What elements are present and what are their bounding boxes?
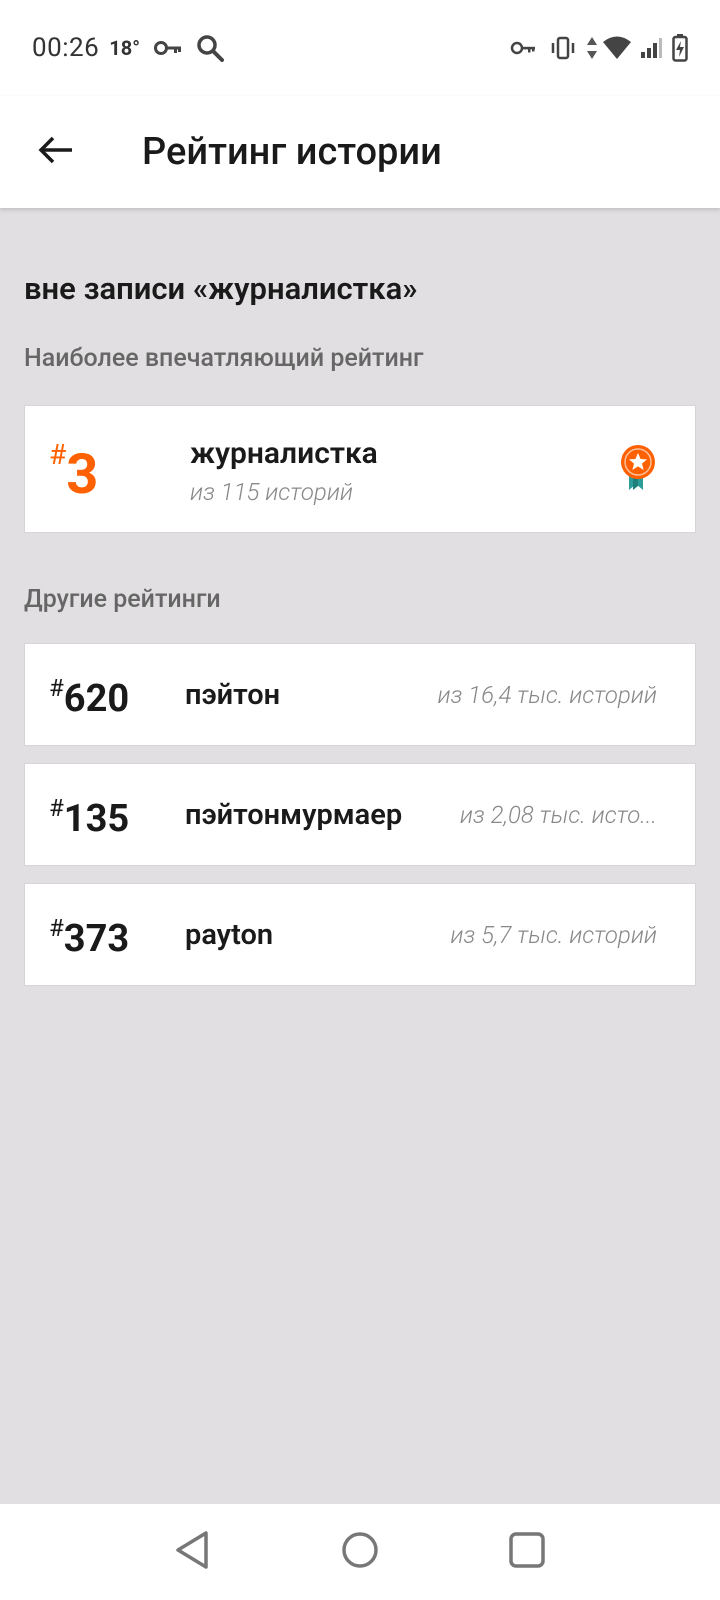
featured-ranking-card[interactable]: # 3 журналистка из 115 историй xyxy=(24,405,696,533)
vibrate-icon xyxy=(550,36,576,60)
key-icon xyxy=(154,40,182,56)
ranking-rank: # 135 xyxy=(49,794,129,838)
back-triangle-icon xyxy=(173,1529,213,1575)
ranking-subtitle: из 2,08 тыс. исто... xyxy=(459,801,657,829)
ranking-tag: payton xyxy=(185,918,274,952)
status-bar: 00:26 18° xyxy=(0,0,720,96)
status-bar-right xyxy=(496,34,688,62)
ranking-subtitle: из 16,4 тыс. историй xyxy=(437,681,657,709)
nav-recents-button[interactable] xyxy=(497,1522,557,1582)
data-arrows-icon xyxy=(586,36,598,60)
ranking-tag: пэйтон xyxy=(185,678,281,712)
ranking-card[interactable]: # 620 пэйтон из 16,4 тыс. историй xyxy=(24,643,696,746)
back-button[interactable] xyxy=(24,120,88,184)
medal-icon xyxy=(619,444,657,496)
home-circle-icon xyxy=(340,1530,380,1574)
nav-home-button[interactable] xyxy=(330,1522,390,1582)
wifi-icon xyxy=(602,36,632,60)
ranking-card[interactable]: # 135 пэйтонмурмаер из 2,08 тыс. исто... xyxy=(24,763,696,866)
rank-hash: # xyxy=(49,438,67,471)
page-title: Рейтинг истории xyxy=(142,130,442,174)
status-time: 00:26 xyxy=(32,33,100,63)
key-icon xyxy=(510,40,536,56)
rank-number: 373 xyxy=(63,917,130,961)
signal-icon xyxy=(640,37,662,59)
ranking-rank: # 620 xyxy=(49,674,129,718)
ranking-card[interactable]: # 373 payton из 5,7 тыс. историй xyxy=(24,883,696,986)
rank-number: 135 xyxy=(63,797,130,841)
battery-charging-icon xyxy=(672,34,688,62)
ranking-subtitle: из 5,7 тыс. историй xyxy=(450,921,657,949)
rank-hash: # xyxy=(49,674,64,702)
status-bar-left: 00:26 18° xyxy=(32,33,224,63)
featured-section-label: Наиболее впечатляющий рейтинг xyxy=(24,344,424,373)
rank-hash: # xyxy=(49,914,64,942)
nav-back-button[interactable] xyxy=(163,1522,223,1582)
rank-hash: # xyxy=(49,794,64,822)
rank-number: 3 xyxy=(66,441,99,507)
status-temperature: 18° xyxy=(109,36,140,60)
app-bar: Рейтинг истории xyxy=(0,96,720,208)
ranking-rank: # 373 xyxy=(49,914,129,958)
featured-rank: # 3 xyxy=(49,434,98,502)
search-icon xyxy=(196,34,224,62)
recents-square-icon xyxy=(507,1530,547,1574)
ranking-tag: пэйтонмурмаер xyxy=(185,798,403,832)
rank-number: 620 xyxy=(63,677,130,721)
story-title: вне записи «журналистка» xyxy=(24,270,418,307)
featured-subtitle: из 115 историй xyxy=(190,478,354,506)
other-section-label: Другие рейтинги xyxy=(24,585,221,614)
arrow-left-icon xyxy=(38,135,74,169)
system-nav-bar xyxy=(0,1504,720,1600)
featured-tag: журналистка xyxy=(190,436,378,471)
